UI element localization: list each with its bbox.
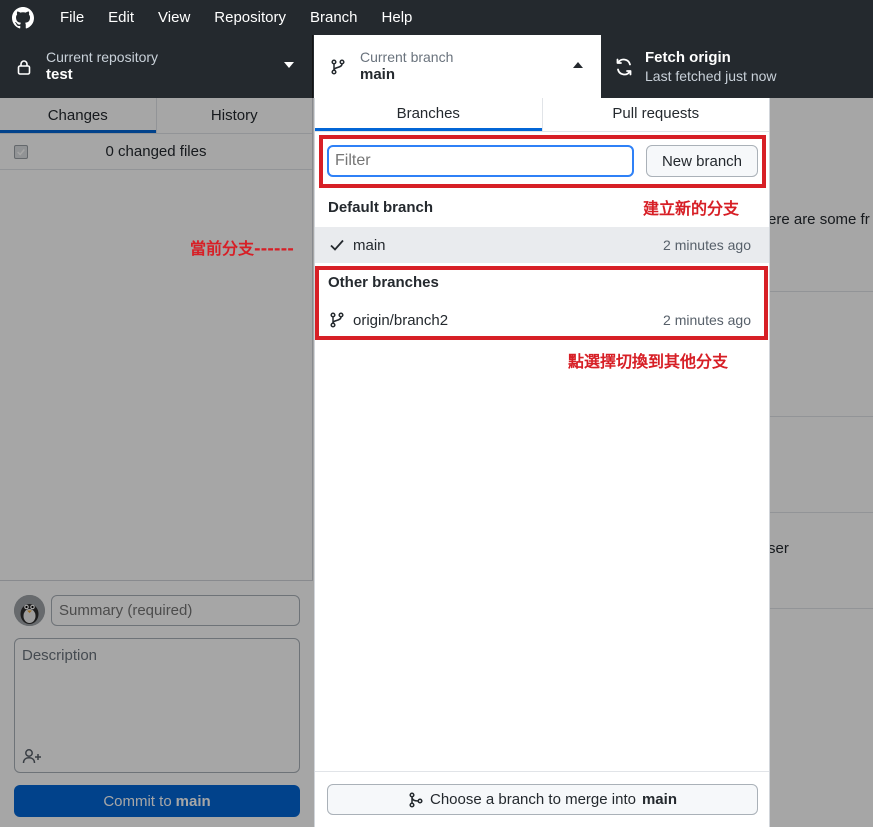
current-branch-button[interactable]: Current branch main bbox=[314, 35, 601, 98]
merge-bar: Choose a branch to merge into main bbox=[315, 771, 769, 827]
branch-row-main[interactable]: main 2 minutes ago bbox=[315, 227, 769, 263]
menu-branch[interactable]: Branch bbox=[298, 0, 370, 35]
git-merge-icon bbox=[408, 791, 424, 808]
branch-name: main bbox=[353, 236, 386, 254]
annotation-switch-branch: 點選擇切換到其他分支 bbox=[568, 352, 729, 371]
current-branch-label: Current branch bbox=[360, 49, 454, 65]
fetch-origin-button[interactable]: Fetch origin Last fetched just now bbox=[601, 35, 873, 98]
current-branch-name: main bbox=[360, 66, 396, 83]
annotation-highlight-other-branches bbox=[315, 266, 768, 340]
merge-button-branch: main bbox=[641, 791, 677, 808]
toolbar: Current repository test Current branch m… bbox=[0, 35, 873, 98]
menu-view[interactable]: View bbox=[146, 0, 202, 35]
annotation-new-branch: 建立新的分支 bbox=[643, 199, 740, 218]
current-repository-button[interactable]: Current repository test bbox=[0, 35, 313, 98]
github-logo-icon bbox=[12, 6, 34, 29]
annotation-current-branch: 當前分支------ bbox=[190, 239, 294, 258]
lock-icon bbox=[16, 59, 32, 75]
menu-bar: File Edit View Repository Branch Help bbox=[0, 0, 873, 35]
branch-timestamp: 2 minutes ago bbox=[663, 237, 751, 253]
caret-up-icon bbox=[573, 62, 583, 70]
annotation-highlight-new-branch bbox=[319, 135, 766, 188]
tab-pull-requests[interactable]: Pull requests bbox=[541, 98, 770, 131]
sync-icon bbox=[614, 57, 634, 77]
git-branch-icon bbox=[330, 58, 346, 75]
merge-into-branch-button[interactable]: Choose a branch to merge into main bbox=[327, 784, 758, 815]
menu-file[interactable]: File bbox=[48, 0, 96, 35]
menu-repository[interactable]: Repository bbox=[202, 0, 298, 35]
tab-branches[interactable]: Branches bbox=[315, 98, 542, 131]
last-fetched-status: Last fetched just now bbox=[645, 67, 777, 84]
merge-button-label: Choose a branch to merge into bbox=[430, 791, 636, 808]
caret-down-icon bbox=[284, 62, 294, 70]
checkmark-icon bbox=[329, 237, 345, 253]
current-repository-name: test bbox=[46, 66, 73, 83]
branch-popover-tabs: Branches Pull requests bbox=[315, 98, 769, 132]
menu-help[interactable]: Help bbox=[370, 0, 425, 35]
fetch-origin-title: Fetch origin bbox=[645, 48, 731, 66]
current-repository-label: Current repository bbox=[46, 49, 159, 65]
default-branch-header: Default branch bbox=[328, 199, 434, 216]
menu-edit[interactable]: Edit bbox=[96, 0, 146, 35]
